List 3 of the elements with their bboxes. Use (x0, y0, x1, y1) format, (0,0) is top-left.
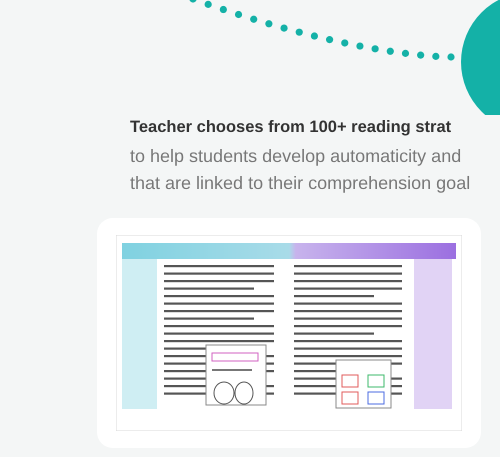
step-description: that are linked to their comprehension goal (130, 172, 472, 195)
step-heading: Teacher chooses from 100+ reading strat (130, 117, 452, 138)
step-description: to help students develop automaticity and (130, 145, 462, 168)
